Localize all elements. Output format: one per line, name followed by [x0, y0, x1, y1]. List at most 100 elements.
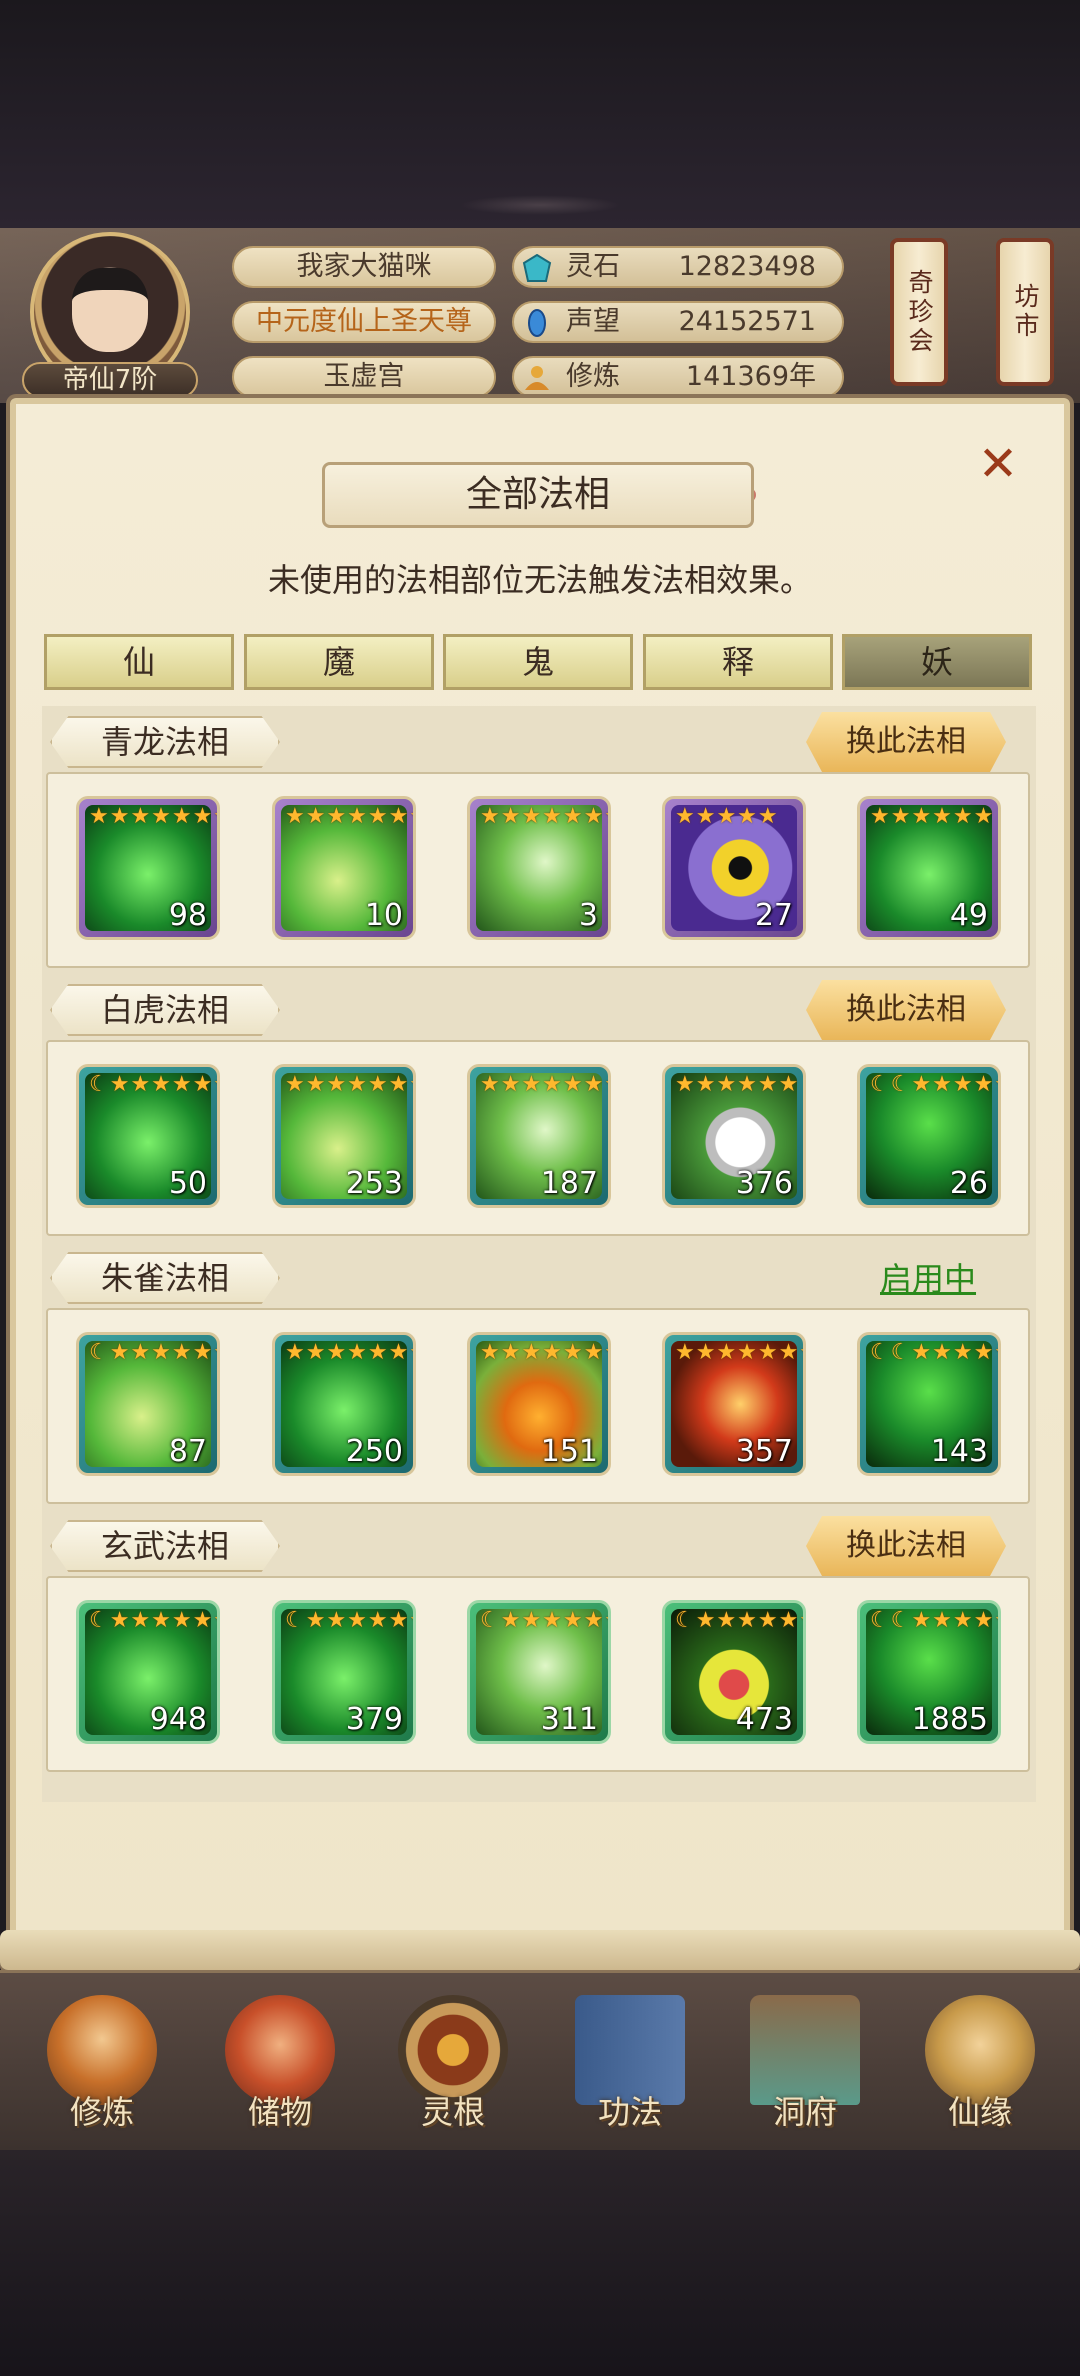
top-background: [0, 0, 1080, 228]
slot-count: 357: [735, 1434, 793, 1469]
nav-fortune[interactable]: 仙缘: [910, 1995, 1050, 2145]
star-rating: ☾★★★★★★★: [89, 1608, 217, 1633]
slot-count: 151: [540, 1434, 598, 1469]
form-slot-icon[interactable]: ★★★★★★★★★ 253: [272, 1064, 416, 1208]
star-rating: ★★★★★★★★★: [285, 1072, 413, 1097]
star-rating: ★★★★★★★★: [675, 1340, 803, 1365]
slot-count: 948: [149, 1702, 207, 1737]
switch-form-button-xuanwu[interactable]: 换此法相: [806, 1516, 1006, 1576]
avatar-face: [72, 268, 148, 352]
star-rating: ★★★★★★★★★: [480, 1072, 608, 1097]
slot-count: 50: [168, 1166, 207, 1201]
slot-count: 26: [949, 1166, 988, 1201]
star-rating: ★★★★★: [675, 804, 779, 829]
section-title-zhuque: 朱雀法相: [50, 1252, 280, 1304]
stat-reputation: 声望 24152571: [512, 301, 844, 343]
stat-value: 24152571: [678, 306, 816, 337]
panel-subtitle: 未使用的法相部位无法触发法相效果。: [267, 561, 812, 599]
close-icon[interactable]: ✕: [970, 436, 1026, 492]
section-title-xuanwu: 玄武法相: [50, 1520, 280, 1572]
reputation-icon: [528, 309, 546, 337]
stat-value: 141369年: [685, 361, 816, 392]
spirit-stone-icon: [522, 254, 552, 282]
slot-count: 473: [735, 1702, 793, 1737]
nav-label: 仙缘: [947, 2093, 1012, 2131]
rank-badge: 帝仙7阶: [22, 362, 198, 398]
stat-spirit-stone: 灵石 12823498: [512, 246, 844, 288]
star-rating: ☾★★★★★★★: [675, 1608, 803, 1633]
star-rating: ☾☾★★★★★★★: [870, 1340, 998, 1365]
nav-label: 储物: [247, 2093, 312, 2131]
nav-label: 修炼: [69, 2093, 134, 2131]
form-slot-icon[interactable]: ★★★★★★★★★ 151: [467, 1332, 611, 1476]
nav-label: 洞府: [772, 2093, 837, 2131]
slot-count: 1885: [911, 1702, 988, 1737]
form-slot-icon[interactable]: ☾★★★★★★★ 87: [76, 1332, 220, 1476]
tab-gui[interactable]: 鬼: [443, 634, 633, 690]
form-slot-icon[interactable]: ☾★★★★★★★★ 311: [467, 1600, 611, 1744]
nav-technique[interactable]: 功法: [560, 1995, 700, 2145]
player-sect: 玉虚宫: [232, 356, 496, 398]
cultivation-icon: [525, 366, 549, 390]
slot-count: 379: [345, 1702, 403, 1737]
slot-count: 143: [930, 1434, 988, 1469]
form-slot-icon[interactable]: ☾★★★★★★★ 948: [76, 1600, 220, 1744]
slot-count: 253: [345, 1166, 403, 1201]
star-rating: ★★★★★★★★★: [480, 1340, 608, 1365]
form-slot-icon[interactable]: ★★★★★★ 49: [857, 796, 1001, 940]
nav-cave[interactable]: 洞府: [735, 1995, 875, 2145]
form-slot-icon[interactable]: ★★★★★★★ 98: [76, 796, 220, 940]
scroll-bottom-roller: [0, 1930, 1080, 1970]
form-slot-icon[interactable]: ☾☾★★★★★★ 1885: [857, 1600, 1001, 1744]
tab-mo[interactable]: 魔: [244, 634, 434, 690]
slot-count: 376: [735, 1166, 793, 1201]
nav-storage[interactable]: 储物: [210, 1995, 350, 2145]
slot-count: 27: [754, 898, 793, 933]
tab-yao[interactable]: 妖: [842, 634, 1032, 690]
slot-count: 10: [364, 898, 403, 933]
slot-count: 49: [949, 898, 988, 933]
nav-label: 功法: [597, 2093, 662, 2131]
form-slot-icon[interactable]: ☾☾★★★★★★★ 143: [857, 1332, 1001, 1476]
star-rating: ☾☾★★★★★★: [870, 1072, 998, 1097]
tab-xian[interactable]: 仙: [44, 634, 234, 690]
switch-form-button-qinglong[interactable]: 换此法相: [806, 712, 1006, 772]
form-slot-icon[interactable]: ★★★★★★ 376: [662, 1064, 806, 1208]
stat-label: 声望: [566, 306, 620, 337]
form-slot-icon[interactable]: ★★★★★★★ 3: [467, 796, 611, 940]
slot-count: 87: [168, 1434, 207, 1469]
form-slot-icon[interactable]: ☾★★★★★★★ 50: [76, 1064, 220, 1208]
stat-cultivation: 修炼 141369年: [512, 356, 844, 398]
form-slot-icon[interactable]: ★★★★★★★ 10: [272, 796, 416, 940]
star-rating: ★★★★★★: [870, 804, 995, 829]
form-slot-icon[interactable]: ★★★★★★★★★ 250: [272, 1332, 416, 1476]
slot-count: 187: [540, 1166, 598, 1201]
star-rating: ☾★★★★★★★: [285, 1608, 413, 1633]
market-button[interactable]: 坊市: [996, 238, 1054, 386]
slot-count: 250: [345, 1434, 403, 1469]
nav-label: 灵根: [420, 2093, 485, 2131]
tab-shi[interactable]: 释: [643, 634, 833, 690]
player-name: 我家大猫咪: [232, 246, 496, 288]
form-slot-icon[interactable]: ☾☾★★★★★★ 26: [857, 1064, 1001, 1208]
switch-form-button-baihu[interactable]: 换此法相: [806, 980, 1006, 1040]
stat-label: 修炼: [566, 361, 620, 392]
active-status-label: 启用中: [880, 1260, 977, 1298]
star-rating: ★★★★★★★★★: [285, 1340, 413, 1365]
form-slot-icon[interactable]: ☾★★★★★★★ 379: [272, 1600, 416, 1744]
form-slot-icon[interactable]: ★★★★★ 27: [662, 796, 806, 940]
form-slot-icon[interactable]: ★★★★★★★★★ 187: [467, 1064, 611, 1208]
form-slot-icon[interactable]: ☾★★★★★★★ 473: [662, 1600, 806, 1744]
star-rating: ☾★★★★★★★: [89, 1072, 217, 1097]
section-title-qinglong: 青龙法相: [50, 716, 280, 768]
star-rating: ★★★★★★: [675, 1072, 800, 1097]
slot-count: 98: [168, 898, 207, 933]
form-slot-icon[interactable]: ★★★★★★★★ 357: [662, 1332, 806, 1476]
nav-cultivate[interactable]: 修炼: [32, 1995, 172, 2145]
treasure-fair-button[interactable]: 奇珍会: [890, 238, 948, 386]
slot-count: 311: [540, 1702, 598, 1737]
nav-spirit-root[interactable]: 灵根: [383, 1995, 523, 2145]
panel-title: 全部法相: [322, 462, 754, 528]
bottom-background: [0, 2150, 1080, 2376]
slot-count: 3: [578, 898, 598, 933]
